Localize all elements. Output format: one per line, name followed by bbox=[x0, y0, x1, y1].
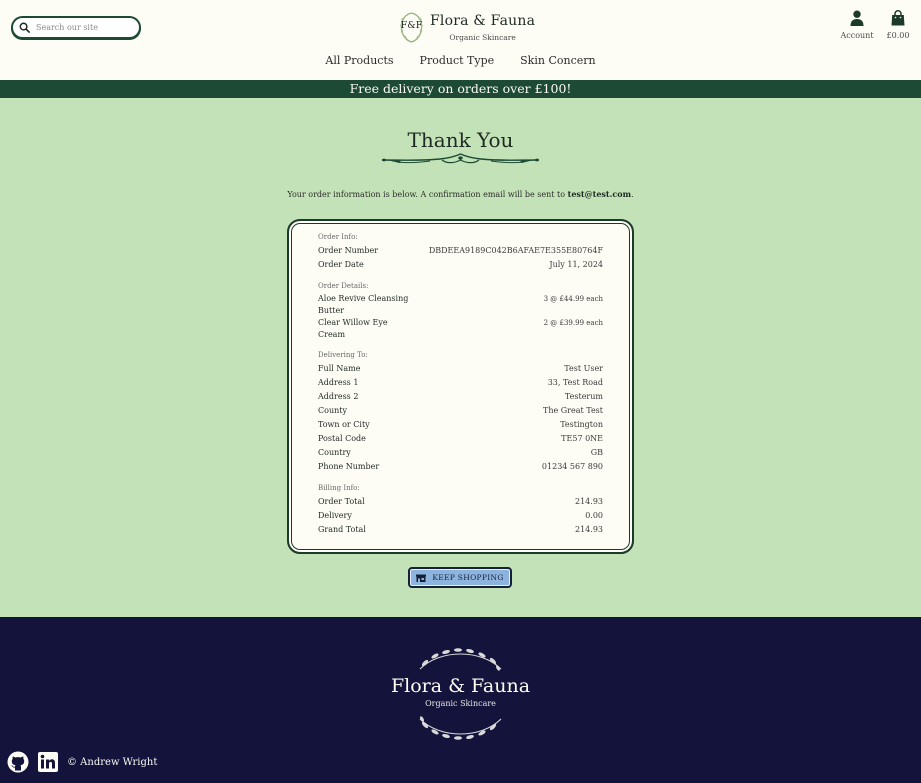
delivery-row: Phone Number 01234 567 890 bbox=[318, 462, 603, 471]
delivery-row: County The Great Test bbox=[318, 406, 603, 415]
brand-wreath-icon: F&F bbox=[398, 10, 425, 44]
delivery-row: Town or City Testington bbox=[318, 420, 603, 429]
delivery-row: Address 1 33, Test Road bbox=[318, 378, 603, 387]
delivery-row: Address 2 Testerum bbox=[318, 392, 603, 401]
nav-product-type[interactable]: Product Type bbox=[420, 54, 495, 67]
nav-all-products[interactable]: All Products bbox=[325, 54, 393, 67]
order-date-row: Order Date July 11, 2024 bbox=[318, 258, 603, 272]
search-icon bbox=[19, 22, 30, 33]
footer-brand-name: Flora & Fauna bbox=[390, 675, 531, 697]
delivery-row: Postal Code TE57 0NE bbox=[318, 434, 603, 443]
site-header: F&F Flora & Fauna Organic Skincare Accou… bbox=[0, 0, 921, 80]
order-number-row: Order Number DBDEEA9189C042B6AFAE7E355E8… bbox=[318, 244, 603, 258]
nav-skin-concern[interactable]: Skin Concern bbox=[520, 54, 595, 67]
account-link[interactable]: Account bbox=[838, 10, 876, 40]
search-input[interactable] bbox=[36, 23, 136, 32]
shopping-bag-icon bbox=[891, 10, 905, 26]
confirmation-message: Your order information is below. A confi… bbox=[287, 189, 634, 199]
order-details-label: Order Details: bbox=[318, 282, 369, 290]
item-quantity: 2 @ £39.99 each bbox=[543, 319, 603, 327]
brand-name: Flora & Fauna bbox=[430, 12, 536, 29]
keep-shopping-label: KEEP SHOPPING bbox=[432, 573, 504, 582]
delivery-banner: Free delivery on orders over £100! bbox=[0, 80, 921, 98]
order-item: Clear Willow Eye Cream 2 @ £39.99 each bbox=[318, 317, 603, 341]
billing-row: Order Total 214.93 bbox=[318, 497, 603, 506]
user-icon bbox=[850, 10, 864, 26]
basket-total: £0.00 bbox=[886, 31, 910, 40]
item-name: Clear Willow Eye Cream bbox=[318, 318, 388, 339]
copyright-text: © Andrew Wright bbox=[67, 756, 158, 768]
brand-monogram: F&F bbox=[400, 20, 423, 31]
order-summary-card: Order Info: Order Number DBDEEA9189C042B… bbox=[287, 219, 634, 554]
footer-brand-tagline: Organic Skincare bbox=[425, 699, 496, 708]
site-footer: Flora & Fauna Organic Skincare © Andrew … bbox=[0, 617, 921, 783]
delivery-row: Country GB bbox=[318, 448, 603, 457]
order-number: DBDEEA9189C042B6AFAE7E355E80764F bbox=[428, 246, 603, 255]
linkedin-icon[interactable] bbox=[37, 751, 59, 773]
brand-tagline: Organic Skincare bbox=[449, 32, 516, 42]
page-title: Thank You bbox=[407, 128, 514, 152]
basket-link[interactable]: £0.00 bbox=[884, 10, 912, 40]
billing-row: Grand Total 214.93 bbox=[318, 525, 603, 534]
account-label: Account bbox=[840, 31, 874, 40]
flourish-divider-icon bbox=[381, 153, 540, 164]
brand-logo[interactable]: F&F Flora & Fauna Organic Skincare bbox=[398, 10, 535, 44]
github-icon[interactable] bbox=[7, 751, 29, 773]
order-item: Aloe Revive Cleansing Butter 3 @ £44.99 … bbox=[318, 293, 603, 317]
search-box[interactable] bbox=[11, 16, 141, 39]
main-nav: All Products Product Type Skin Concern bbox=[0, 54, 921, 67]
billing-row: Delivery 0.00 bbox=[318, 511, 603, 520]
confirmation-email: test@test.com bbox=[567, 189, 632, 199]
billing-info-label: Billing Info: bbox=[318, 484, 360, 492]
order-date: July 11, 2024 bbox=[549, 260, 603, 269]
footer-social: © Andrew Wright bbox=[7, 751, 157, 773]
order-info-label: Order Info: bbox=[318, 233, 358, 241]
item-name: Aloe Revive Cleansing Butter bbox=[318, 294, 409, 315]
keep-shopping-button[interactable]: KEEP SHOPPING bbox=[408, 567, 512, 588]
delivering-to-label: Delivering To: bbox=[318, 351, 368, 359]
item-quantity: 3 @ £44.99 each bbox=[543, 295, 603, 303]
shop-icon bbox=[416, 574, 427, 582]
delivery-row: Full Name Test User bbox=[318, 364, 603, 373]
